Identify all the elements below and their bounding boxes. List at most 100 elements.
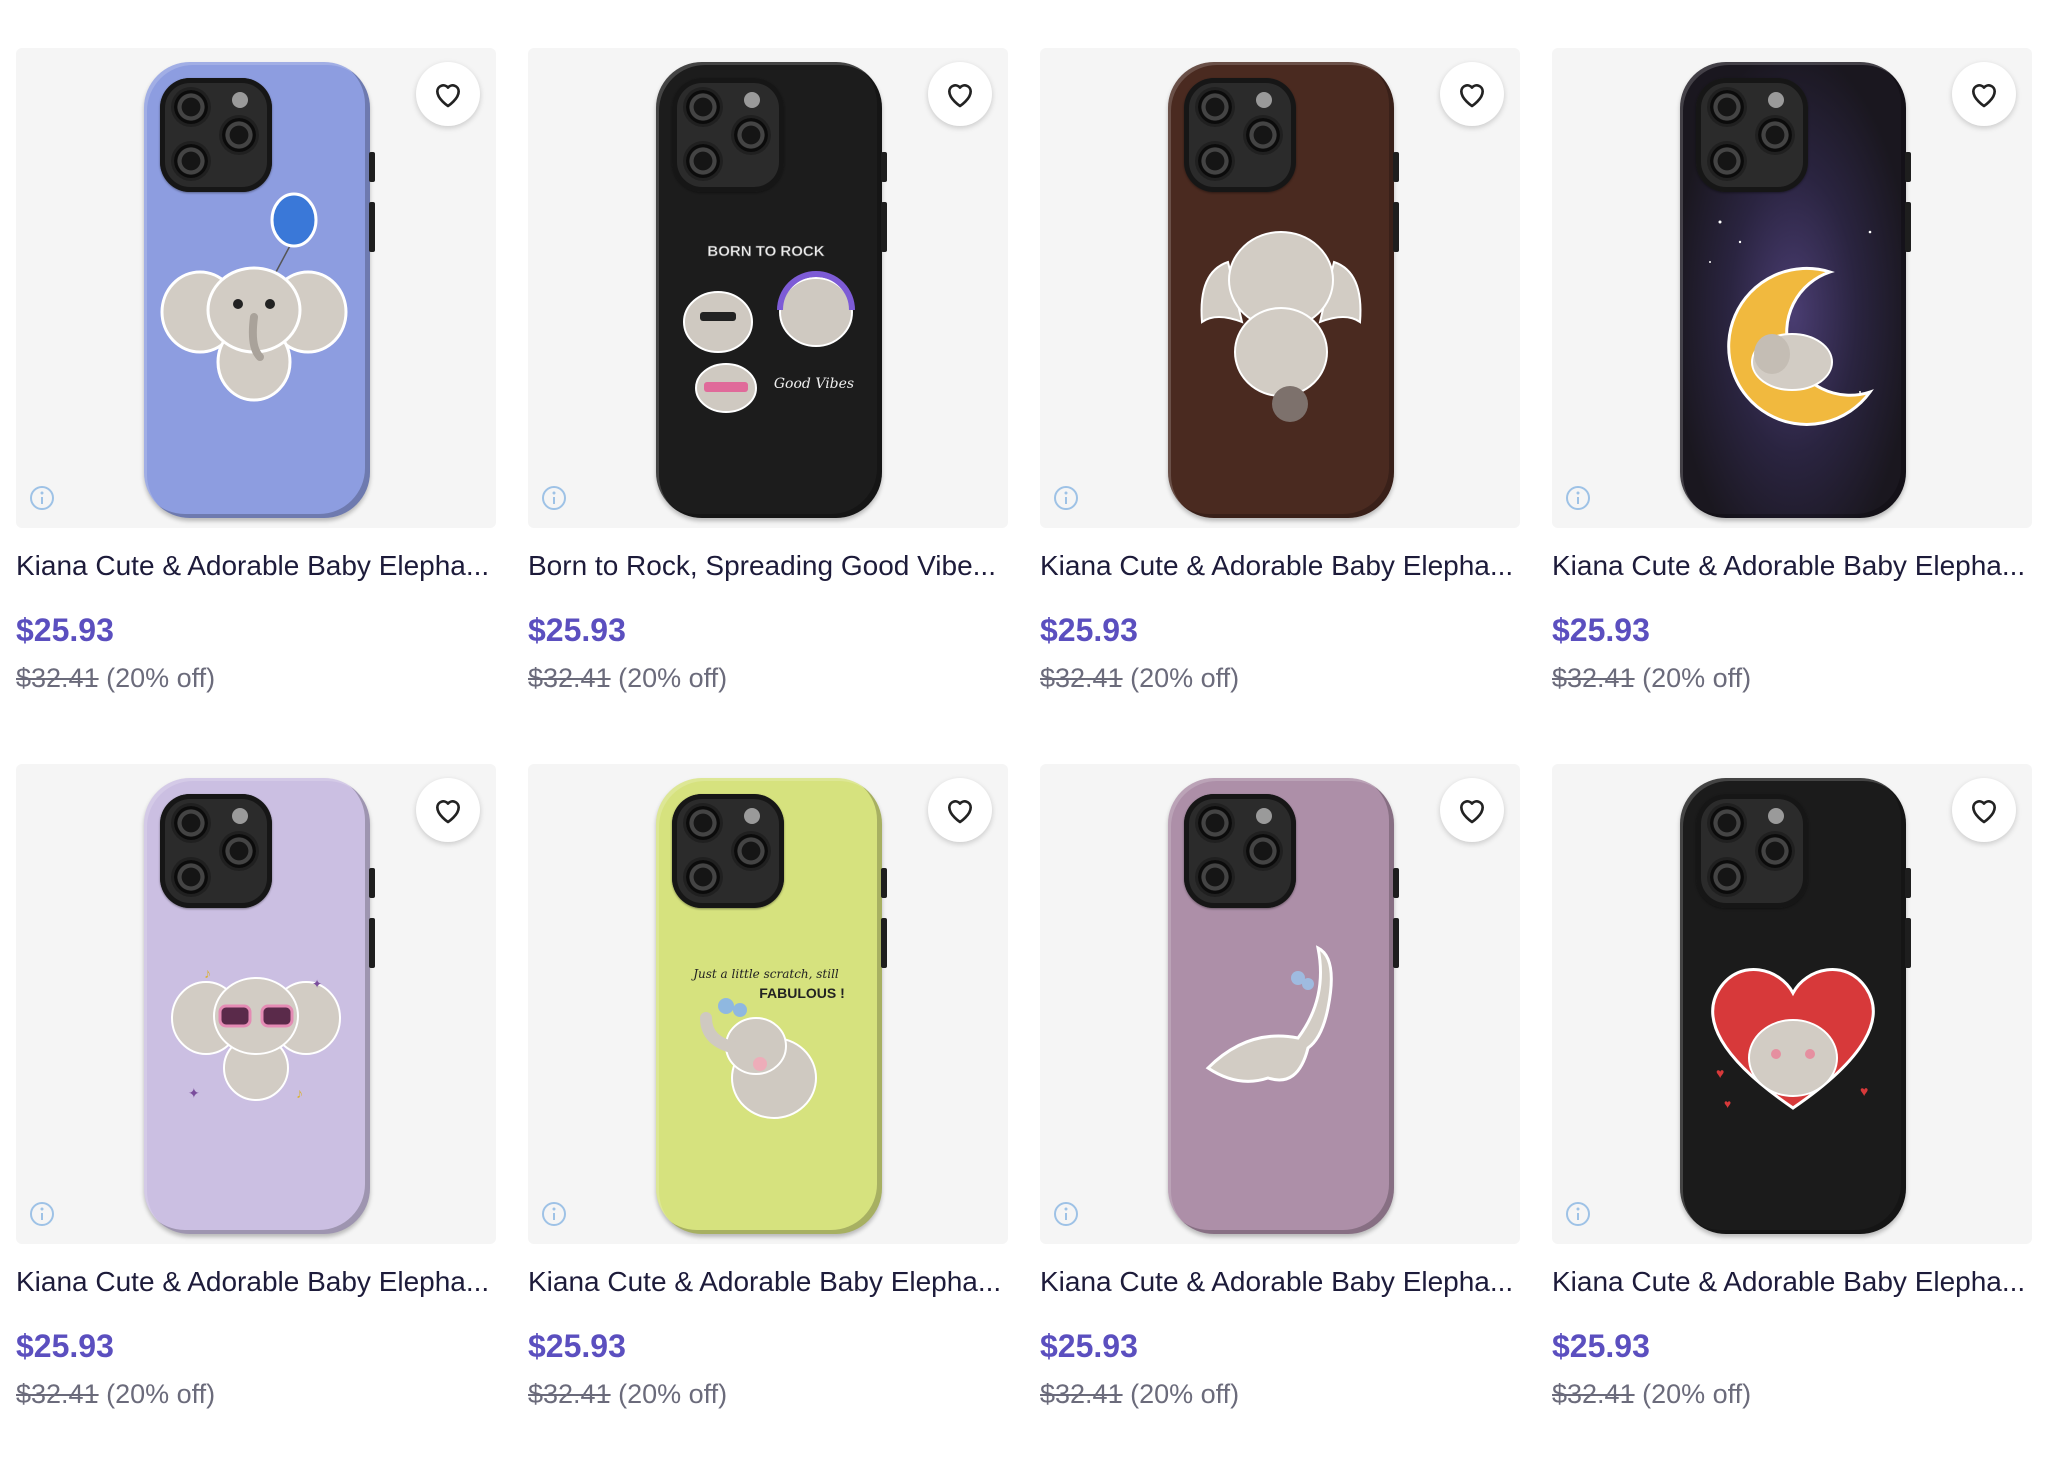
product-title[interactable]: Kiana Cute & Adorable Baby Elepha... bbox=[16, 550, 496, 582]
elephant-balloon-artwork bbox=[160, 192, 348, 402]
original-price: $32.41 bbox=[528, 663, 611, 693]
favorite-button[interactable] bbox=[1440, 62, 1504, 126]
original-price: $32.41 bbox=[16, 1379, 99, 1409]
heart-elephant-artwork: ♥ ♥ ♥ bbox=[1711, 968, 1875, 1111]
discount-label: (20% off) bbox=[618, 663, 728, 693]
info-circle-icon[interactable] bbox=[1052, 484, 1080, 512]
heart-outline-icon bbox=[948, 800, 972, 824]
price-detail: $32.41 (20% off) bbox=[1040, 663, 1520, 694]
product-title[interactable]: Kiana Cute & Adorable Baby Elepha... bbox=[1552, 1266, 2032, 1298]
phone-case bbox=[1168, 62, 1399, 518]
discount-label: (20% off) bbox=[1642, 663, 1752, 693]
product-title[interactable]: Kiana Cute & Adorable Baby Elepha... bbox=[1552, 550, 2032, 582]
favorite-button[interactable] bbox=[928, 62, 992, 126]
favorite-button[interactable] bbox=[416, 62, 480, 126]
svg-text:✦: ✦ bbox=[312, 977, 322, 991]
discount-label: (20% off) bbox=[618, 1379, 728, 1409]
product-image[interactable]: BORN TO ROCK Good Vibes bbox=[528, 48, 1008, 528]
product-title[interactable]: Kiana Cute & Adorable Baby Elepha... bbox=[528, 1266, 1008, 1298]
info-circle-icon[interactable] bbox=[1564, 1200, 1592, 1228]
product-card[interactable]: Kiana Cute & Adorable Baby Elepha... $25… bbox=[1040, 48, 1520, 764]
favorite-button[interactable] bbox=[928, 778, 992, 842]
art-headline: FABULOUS ! bbox=[759, 985, 845, 1001]
product-title[interactable]: Kiana Cute & Adorable Baby Elepha... bbox=[16, 1266, 496, 1298]
art-tagline: Just a little scratch, still bbox=[690, 967, 839, 981]
product-title[interactable]: Kiana Cute & Adorable Baby Elepha... bbox=[1040, 550, 1520, 582]
discount-label: (20% off) bbox=[1130, 663, 1240, 693]
original-price: $32.41 bbox=[528, 1379, 611, 1409]
info-circle-icon[interactable] bbox=[1564, 484, 1592, 512]
yoga-elephant-artwork bbox=[1205, 945, 1333, 1083]
product-image[interactable] bbox=[1040, 48, 1520, 528]
svg-text:♪: ♪ bbox=[296, 1085, 303, 1101]
product-image[interactable] bbox=[1040, 764, 1520, 1244]
product-image[interactable]: ♥ ♥ ♥ bbox=[1552, 764, 2032, 1244]
sale-price: $25.93 bbox=[16, 612, 114, 648]
product-title[interactable]: Kiana Cute & Adorable Baby Elepha... bbox=[1040, 1266, 1520, 1298]
original-price: $32.41 bbox=[1552, 663, 1635, 693]
sunglasses-elephant-artwork: ♪ ♪ ✦ ✦ bbox=[171, 965, 341, 1101]
heart-outline-icon bbox=[436, 800, 460, 824]
favorite-button[interactable] bbox=[416, 778, 480, 842]
discount-label: (20% off) bbox=[106, 663, 216, 693]
phone-case bbox=[1168, 778, 1399, 1234]
product-card[interactable]: ♥ ♥ ♥ Kiana Cute & Adorable Baby Elepha...… bbox=[1552, 764, 2032, 1480]
heart-outline-icon bbox=[948, 84, 972, 108]
product-card[interactable]: Kiana Cute & Adorable Baby Elepha... $25… bbox=[1040, 764, 1520, 1480]
info-circle-icon[interactable] bbox=[28, 484, 56, 512]
heart-outline-icon bbox=[1460, 84, 1484, 108]
sale-price: $25.93 bbox=[1552, 1328, 1650, 1364]
product-card[interactable]: BORN TO ROCK Good Vibes Born to Rock, Sp… bbox=[528, 48, 1008, 764]
heart-outline-icon bbox=[1460, 800, 1484, 824]
price-detail: $32.41 (20% off) bbox=[16, 663, 496, 694]
moon-elephant-artwork bbox=[1709, 220, 1874, 426]
favorite-button[interactable] bbox=[1952, 778, 2016, 842]
product-image[interactable] bbox=[1552, 48, 2032, 528]
product-card[interactable]: Kiana Cute & Adorable Baby Elepha... $25… bbox=[1552, 48, 2032, 764]
born-to-rock-artwork: BORN TO ROCK Good Vibes bbox=[683, 243, 855, 413]
svg-text:♥: ♥ bbox=[1724, 1097, 1731, 1111]
svg-text:♥: ♥ bbox=[1860, 1083, 1868, 1099]
svg-text:✦: ✦ bbox=[188, 1085, 200, 1101]
phone-case: Just a little scratch, still FABULOUS ! bbox=[656, 778, 887, 1234]
product-card[interactable]: Just a little scratch, still FABULOUS ! … bbox=[528, 764, 1008, 1480]
discount-label: (20% off) bbox=[1130, 1379, 1240, 1409]
phone-case bbox=[144, 62, 375, 518]
phone-case: ♪ ♪ ✦ ✦ bbox=[144, 778, 375, 1234]
original-price: $32.41 bbox=[1040, 1379, 1123, 1409]
price-detail: $32.41 (20% off) bbox=[1040, 1379, 1520, 1410]
svg-text:♥: ♥ bbox=[1716, 1065, 1724, 1081]
phone-case: ♥ ♥ ♥ bbox=[1680, 778, 1911, 1234]
sale-price: $25.93 bbox=[528, 612, 626, 648]
heart-outline-icon bbox=[1972, 84, 1996, 108]
sale-price: $25.93 bbox=[1552, 612, 1650, 648]
info-circle-icon[interactable] bbox=[28, 1200, 56, 1228]
info-circle-icon[interactable] bbox=[540, 484, 568, 512]
discount-label: (20% off) bbox=[106, 1379, 216, 1409]
price-detail: $32.41 (20% off) bbox=[16, 1379, 496, 1410]
product-image[interactable]: ♪ ♪ ✦ ✦ bbox=[16, 764, 496, 1244]
info-circle-icon[interactable] bbox=[540, 1200, 568, 1228]
elephant-back-artwork bbox=[1200, 231, 1362, 422]
favorite-button[interactable] bbox=[1952, 62, 2016, 126]
price-detail: $32.41 (20% off) bbox=[1552, 1379, 2032, 1410]
product-card[interactable]: ♪ ♪ ✦ ✦ Kiana Cute & Adorable Baby Elepha.… bbox=[16, 764, 496, 1480]
price-detail: $32.41 (20% off) bbox=[528, 663, 1008, 694]
sale-price: $25.93 bbox=[528, 1328, 626, 1364]
flowers-elephant-artwork: Just a little scratch, still FABULOUS ! bbox=[690, 967, 845, 1119]
info-circle-icon[interactable] bbox=[1052, 1200, 1080, 1228]
product-image[interactable]: Just a little scratch, still FABULOUS ! bbox=[528, 764, 1008, 1244]
phone-case: BORN TO ROCK Good Vibes bbox=[656, 62, 887, 518]
heart-outline-icon bbox=[1972, 800, 1996, 824]
svg-text:♪: ♪ bbox=[204, 965, 211, 981]
discount-label: (20% off) bbox=[1642, 1379, 1752, 1409]
product-title[interactable]: Born to Rock, Spreading Good Vibe... bbox=[528, 550, 1008, 582]
art-headline: BORN TO ROCK bbox=[707, 243, 824, 260]
original-price: $32.41 bbox=[1552, 1379, 1635, 1409]
original-price: $32.41 bbox=[16, 663, 99, 693]
product-image[interactable] bbox=[16, 48, 496, 528]
price-detail: $32.41 (20% off) bbox=[528, 1379, 1008, 1410]
product-card[interactable]: Kiana Cute & Adorable Baby Elepha... $25… bbox=[16, 48, 496, 764]
sale-price: $25.93 bbox=[16, 1328, 114, 1364]
favorite-button[interactable] bbox=[1440, 778, 1504, 842]
